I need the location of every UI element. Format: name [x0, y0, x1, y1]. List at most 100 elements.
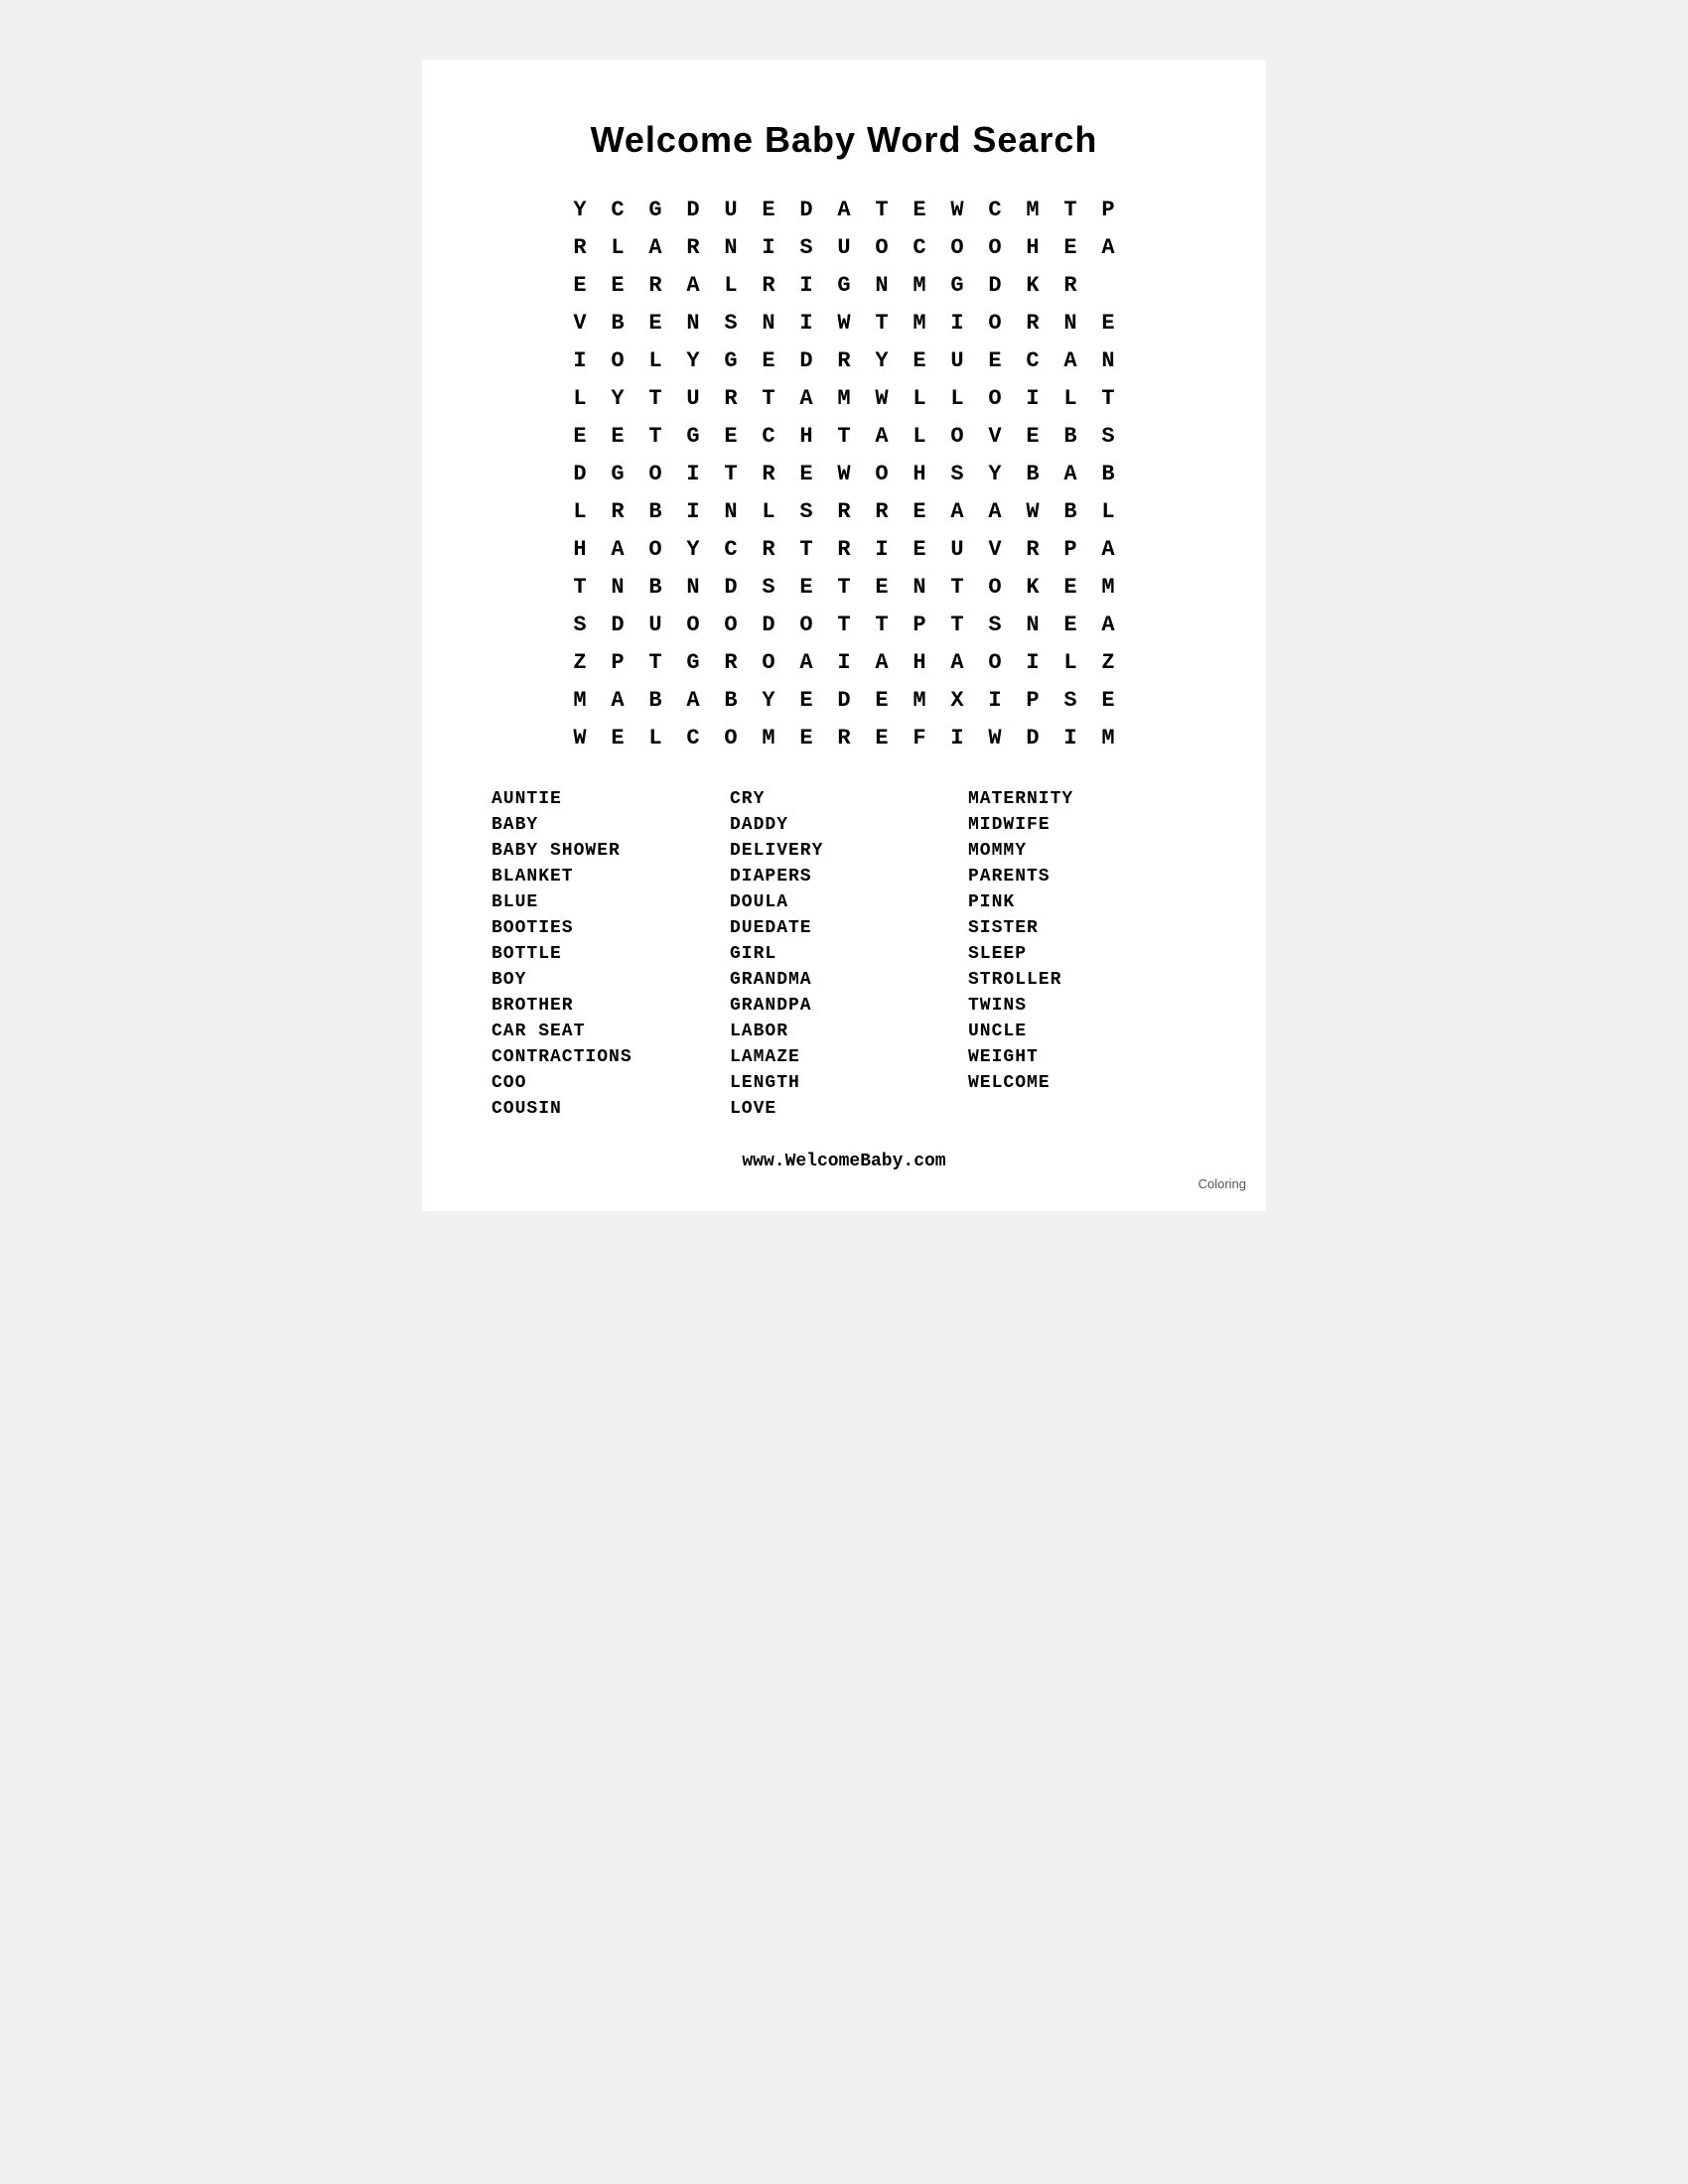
grid-cell-5-9: L	[901, 379, 938, 417]
grid-cell-8-13: B	[1052, 492, 1089, 530]
word-item: STROLLER	[968, 967, 1196, 993]
grid-cell-14-3: C	[674, 719, 712, 756]
grid-cell-7-0: D	[561, 455, 599, 492]
page-title: Welcome Baby Word Search	[482, 119, 1206, 161]
grid-cell-11-8: T	[863, 606, 901, 643]
grid-cell-6-1: E	[599, 417, 636, 455]
grid-cell-12-7: I	[825, 643, 863, 681]
grid-cell-0-0: Y	[561, 191, 599, 228]
grid-cell-14-8: E	[863, 719, 901, 756]
grid-cell-3-5: N	[750, 304, 787, 341]
grid-cell-6-9: L	[901, 417, 938, 455]
grid-cell-14-1: E	[599, 719, 636, 756]
grid-cell-10-14: M	[1089, 568, 1127, 606]
grid-cell-4-14: N	[1089, 341, 1127, 379]
grid-cell-13-6: E	[787, 681, 825, 719]
grid-cell-1-3: R	[674, 228, 712, 266]
grid-cell-7-10: S	[938, 455, 976, 492]
grid-cell-9-11: V	[976, 530, 1014, 568]
word-search-grid: YCGDUEDATEWCMTPRLARNISUOCOOHEAEERALRIGNM…	[561, 191, 1127, 756]
grid-cell-9-0: H	[561, 530, 599, 568]
word-item	[968, 1096, 1196, 1102]
grid-cell-13-0: M	[561, 681, 599, 719]
grid-cell-9-8: I	[863, 530, 901, 568]
words-column-2: CRYDADDYDELIVERYDIAPERSDOULADUEDATEGIRLG…	[730, 786, 958, 1122]
grid-cell-4-8: Y	[863, 341, 901, 379]
grid-cell-1-12: H	[1014, 228, 1052, 266]
grid-cell-0-13: T	[1052, 191, 1089, 228]
grid-cell-13-10: X	[938, 681, 976, 719]
grid-cell-2-5: R	[750, 266, 787, 304]
grid-cell-11-7: T	[825, 606, 863, 643]
grid-cell-9-7: R	[825, 530, 863, 568]
word-item: DIAPERS	[730, 864, 958, 889]
grid-cell-6-6: H	[787, 417, 825, 455]
grid-cell-0-9: E	[901, 191, 938, 228]
grid-cell-2-10: G	[938, 266, 976, 304]
grid-cell-1-8: O	[863, 228, 901, 266]
grid-cell-0-4: U	[712, 191, 750, 228]
grid-cell-2-1: E	[599, 266, 636, 304]
grid-cell-6-14: S	[1089, 417, 1127, 455]
grid-cell-11-14: A	[1089, 606, 1127, 643]
grid-cell-4-12: C	[1014, 341, 1052, 379]
grid-cell-10-11: O	[976, 568, 1014, 606]
grid-cell-3-12: R	[1014, 304, 1052, 341]
grid-cell-2-14	[1089, 266, 1127, 304]
grid-cell-5-2: T	[636, 379, 674, 417]
grid-cell-6-5: C	[750, 417, 787, 455]
grid-cell-8-7: R	[825, 492, 863, 530]
grid-cell-3-4: S	[712, 304, 750, 341]
grid-cell-13-3: A	[674, 681, 712, 719]
grid-cell-5-3: U	[674, 379, 712, 417]
grid-cell-10-9: N	[901, 568, 938, 606]
grid-cell-8-9: E	[901, 492, 938, 530]
grid-cell-14-9: F	[901, 719, 938, 756]
grid-cell-0-5: E	[750, 191, 787, 228]
grid-cell-0-11: C	[976, 191, 1014, 228]
grid-cell-11-11: S	[976, 606, 1014, 643]
grid-cell-14-11: W	[976, 719, 1014, 756]
grid-cell-7-4: T	[712, 455, 750, 492]
grid-cell-2-11: D	[976, 266, 1014, 304]
grid-cell-12-5: O	[750, 643, 787, 681]
word-item: PINK	[968, 889, 1196, 915]
grid-cell-14-0: W	[561, 719, 599, 756]
grid-cell-8-10: A	[938, 492, 976, 530]
grid-cell-12-2: T	[636, 643, 674, 681]
grid-cell-13-9: M	[901, 681, 938, 719]
grid-cell-7-8: O	[863, 455, 901, 492]
word-item: COUSIN	[492, 1096, 720, 1122]
grid-cell-6-0: E	[561, 417, 599, 455]
grid-cell-2-12: K	[1014, 266, 1052, 304]
grid-cell-9-13: P	[1052, 530, 1089, 568]
words-section: AUNTIEBABYBABY SHOWERBLANKETBLUEBOOTIESB…	[482, 786, 1206, 1122]
grid-cell-13-4: B	[712, 681, 750, 719]
grid-cell-1-14: A	[1089, 228, 1127, 266]
grid-cell-11-1: D	[599, 606, 636, 643]
grid-cell-4-4: G	[712, 341, 750, 379]
grid-cell-4-3: Y	[674, 341, 712, 379]
word-item: DOULA	[730, 889, 958, 915]
grid-cell-14-10: I	[938, 719, 976, 756]
grid-cell-12-0: Z	[561, 643, 599, 681]
grid-cell-7-6: E	[787, 455, 825, 492]
word-item: MOMMY	[968, 838, 1196, 864]
grid-cell-10-0: T	[561, 568, 599, 606]
grid-cell-5-10: L	[938, 379, 976, 417]
grid-cell-12-10: A	[938, 643, 976, 681]
grid-cell-0-2: G	[636, 191, 674, 228]
grid-cell-0-3: D	[674, 191, 712, 228]
grid-cell-6-3: G	[674, 417, 712, 455]
grid-cell-12-12: I	[1014, 643, 1052, 681]
grid-cell-4-11: E	[976, 341, 1014, 379]
word-item: DUEDATE	[730, 915, 958, 941]
grid-cell-12-8: A	[863, 643, 901, 681]
grid-cell-11-6: O	[787, 606, 825, 643]
grid-cell-9-14: A	[1089, 530, 1127, 568]
words-column-1: AUNTIEBABYBABY SHOWERBLANKETBLUEBOOTIESB…	[492, 786, 720, 1122]
grid-cell-8-5: L	[750, 492, 787, 530]
word-item: SLEEP	[968, 941, 1196, 967]
grid-cell-7-5: R	[750, 455, 787, 492]
grid-cell-6-7: T	[825, 417, 863, 455]
